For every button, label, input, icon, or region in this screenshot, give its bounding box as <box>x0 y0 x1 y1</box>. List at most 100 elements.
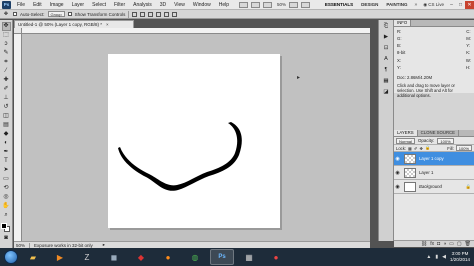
dodge-tool-icon[interactable]: ◐ <box>2 139 11 148</box>
clock[interactable]: 3:00 PM 1/20/2014 <box>450 251 470 263</box>
lock-all-icon[interactable]: 🔒 <box>425 145 430 151</box>
lock-transparency-icon[interactable]: ▦ <box>408 146 412 151</box>
close-document-icon[interactable]: × <box>106 21 109 28</box>
app-icon[interactable]: ▦ <box>237 249 261 265</box>
workspace-essentials[interactable]: ESSENTIALS <box>321 2 357 7</box>
shape-tool-icon[interactable]: ▭ <box>2 175 11 184</box>
adjustment-layer-icon[interactable]: ◑ <box>443 241 446 247</box>
tab-layers[interactable]: LAYERS <box>394 130 418 136</box>
file-explorer-icon[interactable]: ▰ <box>21 249 45 265</box>
healing-brush-tool-icon[interactable]: ✚ <box>2 76 11 85</box>
close-button[interactable]: ✕ <box>465 0 474 9</box>
layer-row-background[interactable]: ◉ Background 🔒 <box>394 180 474 194</box>
menu-edit[interactable]: Edit <box>29 0 46 10</box>
visibility-eye-icon[interactable]: ◉ <box>394 170 401 176</box>
tray-expand-icon[interactable]: ▲ <box>426 254 431 260</box>
color-swatches[interactable] <box>1 223 11 233</box>
zoom-tool-icon[interactable]: ⌕ <box>2 211 11 220</box>
actions-panel-icon[interactable]: ▶ <box>381 33 391 41</box>
quick-select-tool-icon[interactable]: ✎ <box>2 49 11 58</box>
menu-analysis[interactable]: Analysis <box>129 0 156 10</box>
chrome-icon[interactable]: ◍ <box>183 249 207 265</box>
blur-tool-icon[interactable]: ◆ <box>2 130 11 139</box>
gradient-tool-icon[interactable]: ▤ <box>2 121 11 130</box>
move-tool-icon[interactable]: ✥ <box>1 22 11 31</box>
cs-live-button[interactable]: ◉ CS Live <box>420 2 447 8</box>
zbrush-icon[interactable]: Z <box>75 249 99 265</box>
brush-tool-icon[interactable]: ✐ <box>2 85 11 94</box>
document-canvas[interactable] <box>108 54 280 228</box>
minibridge-icon[interactable] <box>251 1 261 8</box>
volume-icon[interactable]: ◀ <box>442 254 446 260</box>
pen-tool-icon[interactable]: ✒ <box>2 148 11 157</box>
more-workspaces-icon[interactable]: » <box>412 2 421 8</box>
visibility-eye-icon[interactable]: ◉ <box>394 184 401 190</box>
character-panel-icon[interactable]: A <box>381 55 391 63</box>
align-bottom-icon[interactable] <box>148 11 154 17</box>
lasso-tool-icon[interactable]: ↄ <box>2 40 11 49</box>
navigator-panel-icon[interactable]: ⊡ <box>381 44 391 52</box>
quick-mask-icon[interactable]: ◙ <box>2 234 11 243</box>
link-layers-icon[interactable]: ⛓ <box>421 241 427 247</box>
app-icon[interactable]: ◼ <box>102 249 126 265</box>
trash-icon[interactable]: 🗑 <box>465 241 471 247</box>
menu-filter[interactable]: Filter <box>110 0 129 10</box>
auto-select-checkbox[interactable] <box>13 12 17 16</box>
tab-info[interactable]: INFO <box>394 20 412 26</box>
layer-style-icon[interactable]: fx <box>430 241 434 247</box>
layer-row-layer-1-copy[interactable]: ◉ Layer 1 copy <box>394 152 474 166</box>
new-layer-icon[interactable]: ▢ <box>457 241 462 247</box>
move-tool-preset-icon[interactable]: ✥ <box>2 11 10 18</box>
menu-select[interactable]: Select <box>88 0 110 10</box>
3d-rotate-tool-icon[interactable]: ⟲ <box>2 184 11 193</box>
swatches-panel-icon[interactable]: ▦ <box>381 77 391 85</box>
eraser-tool-icon[interactable]: ◫ <box>2 112 11 121</box>
lock-position-icon[interactable]: ✥ <box>420 146 424 151</box>
menu-image[interactable]: Image <box>46 0 68 10</box>
align-right-icon[interactable] <box>172 11 178 17</box>
game-app-icon[interactable]: ◆ <box>129 249 153 265</box>
status-zoom[interactable]: 50% <box>16 242 30 248</box>
align-middle-icon[interactable] <box>140 11 146 17</box>
menu-file[interactable]: File <box>13 0 29 10</box>
add-mask-icon[interactable]: ◘ <box>437 241 440 247</box>
firefox-icon[interactable]: ● <box>156 249 180 265</box>
crop-tool-icon[interactable]: ⌗ <box>2 58 11 67</box>
clone-stamp-tool-icon[interactable]: ⊥ <box>2 94 11 103</box>
menu-view[interactable]: View <box>170 0 189 10</box>
foreground-color-swatch[interactable] <box>1 223 7 229</box>
align-left-icon[interactable] <box>156 11 162 17</box>
zoom-level-select[interactable]: 50% <box>277 2 286 7</box>
network-icon[interactable]: ▮ <box>435 254 438 260</box>
tab-clone-source[interactable]: CLONE SOURCE <box>418 130 460 136</box>
vertical-ruler[interactable] <box>14 34 22 241</box>
media-player-icon[interactable]: ▶ <box>48 249 72 265</box>
screen-mode-icon[interactable] <box>301 1 311 8</box>
menu-help[interactable]: Help <box>215 0 233 10</box>
fill-field[interactable]: 100% <box>455 145 472 151</box>
styles-panel-icon[interactable]: ◪ <box>381 88 391 96</box>
show-transform-checkbox[interactable] <box>67 12 72 16</box>
type-tool-icon[interactable]: T <box>2 157 11 166</box>
menu-window[interactable]: Window <box>189 0 215 10</box>
minimize-button[interactable]: – <box>447 1 456 9</box>
3d-orbit-tool-icon[interactable]: ◎ <box>2 193 11 202</box>
paragraph-panel-icon[interactable]: ¶ <box>381 66 391 74</box>
align-top-icon[interactable] <box>132 11 138 17</box>
photoshop-taskbar-icon[interactable]: Ps <box>210 249 234 265</box>
workspace-design[interactable]: DESIGN <box>357 2 382 7</box>
path-selection-tool-icon[interactable]: ➤ <box>2 166 11 175</box>
maximize-button[interactable]: □ <box>456 1 465 9</box>
bridge-icon[interactable] <box>239 1 249 8</box>
hand-tool-icon[interactable]: ✋ <box>2 202 11 211</box>
lock-pixels-icon[interactable]: ✐ <box>414 146 418 151</box>
menu-layer[interactable]: Layer <box>68 0 89 10</box>
history-brush-tool-icon[interactable]: ↺ <box>2 103 11 112</box>
recorder-icon[interactable]: ● <box>264 249 288 265</box>
visibility-eye-icon[interactable]: ◉ <box>394 156 401 162</box>
opacity-field[interactable]: 100% <box>437 137 454 144</box>
marquee-tool-icon[interactable]: ⬚ <box>2 31 11 40</box>
history-panel-icon[interactable]: ⎗ <box>381 22 391 30</box>
eyedropper-tool-icon[interactable]: ⁄ <box>2 67 11 76</box>
horizontal-ruler[interactable] <box>22 28 370 34</box>
